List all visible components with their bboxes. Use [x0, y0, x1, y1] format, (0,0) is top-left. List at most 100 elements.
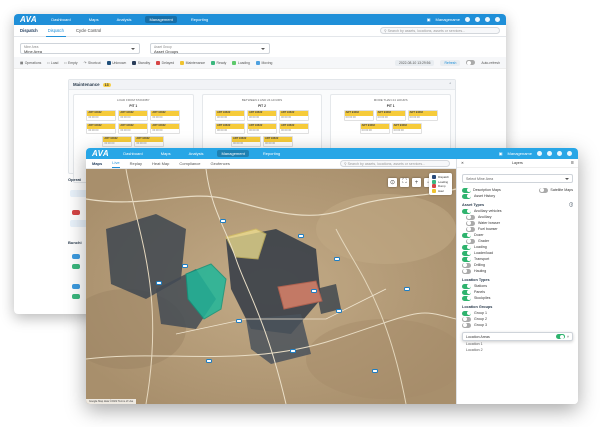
legend-item[interactable]: Unknown	[106, 60, 126, 65]
location-type-toggle[interactable]	[462, 289, 471, 295]
asset-type-toggle[interactable]	[462, 256, 471, 262]
location-group-toggle[interactable]	[462, 322, 471, 328]
asset-chip[interactable]: ART 9463200:00:00	[279, 110, 309, 121]
mine-area-select[interactable]: Mine Area Mine Area	[20, 43, 140, 54]
tab-compliance[interactable]: Compliance	[179, 161, 200, 166]
user-name[interactable]: Managename	[436, 17, 460, 22]
tab-live[interactable]: Live	[112, 160, 120, 168]
asset-type-toggle[interactable]	[462, 262, 471, 268]
asset-type-toggle[interactable]	[462, 250, 471, 256]
asset-marker[interactable]	[236, 319, 242, 323]
crosshair-icon[interactable]: ⊙	[388, 178, 397, 187]
search-input[interactable]: ⚲ Search by assets, locations, assets or…	[340, 160, 450, 167]
asset-type-toggle[interactable]	[466, 214, 475, 220]
tab-dispatch[interactable]: Dispatch	[45, 25, 66, 37]
legend-shortcut[interactable]: ↷ Shortcut	[84, 61, 101, 65]
asset-history-toggle[interactable]	[462, 193, 471, 199]
asset-type-toggle[interactable]	[466, 226, 475, 232]
legend-item[interactable]: Moving	[255, 60, 272, 65]
tab-heat-map[interactable]: Heat Map	[152, 161, 169, 166]
mine-area-select[interactable]: Select Mine Area	[462, 174, 573, 183]
location-group-toggle[interactable]	[462, 310, 471, 316]
legend-item[interactable]: Loading	[232, 60, 250, 65]
nav-analysis[interactable]: Analysis	[185, 150, 208, 157]
asset-marker[interactable]	[372, 369, 378, 373]
asset-type-toggle[interactable]	[462, 208, 471, 214]
notifications-icon[interactable]	[557, 151, 562, 156]
settings-icon[interactable]	[537, 151, 542, 156]
asset-marker[interactable]	[206, 359, 212, 363]
asset-chip[interactable]: ART 9463200:00:00	[118, 123, 149, 134]
nav-management[interactable]: Management	[217, 150, 249, 157]
asset-chip[interactable]: ART 9463200:00:00	[279, 123, 309, 134]
legend-operations[interactable]: ▦ Operations	[20, 61, 41, 65]
location-type-toggle[interactable]	[462, 295, 471, 301]
nav-dashboard[interactable]: Dashboard	[119, 150, 147, 157]
asset-marker[interactable]	[156, 281, 162, 285]
asset-chip[interactable]: ART 9463200:00:00	[150, 110, 181, 121]
asset-type-toggle[interactable]	[466, 238, 475, 244]
user-name[interactable]: Managename	[508, 151, 532, 156]
legend-item[interactable]: Delayed	[156, 60, 174, 65]
chevron-down-icon[interactable]: ˅	[567, 335, 569, 339]
legend-item[interactable]: Ready	[211, 60, 226, 65]
help-icon[interactable]	[547, 151, 552, 156]
tab-replay[interactable]: Replay	[130, 161, 142, 166]
legend-load[interactable]: □ Load	[47, 61, 58, 65]
asset-chip[interactable]: ART 9463200:00:00	[102, 136, 133, 147]
zoom-in-button[interactable]: +	[412, 178, 421, 187]
asset-chip[interactable]: ART 9463200:00:00	[407, 110, 438, 121]
description-maps-toggle[interactable]	[462, 187, 471, 193]
asset-type-toggle[interactable]	[462, 232, 471, 238]
asset-type-toggle[interactable]	[466, 220, 475, 226]
nav-maps[interactable]: Maps	[85, 16, 103, 23]
asset-chip[interactable]: ART 9463200:00:00	[231, 136, 261, 147]
location-item[interactable]: Location 2	[462, 347, 573, 353]
asset-type-toggle[interactable]	[462, 268, 471, 274]
asset-chip[interactable]: ART 9463200:00:00	[134, 136, 165, 147]
asset-marker[interactable]	[404, 287, 410, 291]
notifications-icon[interactable]	[485, 17, 490, 22]
settings-icon[interactable]	[465, 17, 470, 22]
asset-marker[interactable]	[290, 349, 296, 353]
asset-marker[interactable]	[220, 219, 226, 223]
asset-chip[interactable]: ART 9463200:00:00	[375, 110, 406, 121]
asset-marker[interactable]	[298, 234, 304, 238]
asset-chip[interactable]: ART 9463200:00:00	[215, 123, 245, 134]
asset-marker[interactable]	[336, 309, 342, 313]
layers-icon[interactable]: ☰	[571, 161, 574, 165]
cart-icon[interactable]: ▣	[499, 151, 503, 156]
asset-chip[interactable]: ART 9463200:00:00	[150, 123, 181, 134]
location-group-toggle[interactable]	[462, 316, 471, 322]
profile-icon[interactable]	[495, 17, 500, 22]
nav-dashboard[interactable]: Dashboard	[47, 16, 75, 23]
legend-item[interactable]: Standby	[132, 60, 150, 65]
location-type-toggle[interactable]	[462, 283, 471, 289]
asset-chip[interactable]: ART 9463200:00:00	[86, 123, 117, 134]
help-icon[interactable]	[475, 17, 480, 22]
asset-type-toggle[interactable]	[462, 244, 471, 250]
nav-reporting[interactable]: Reporting	[259, 150, 284, 157]
nav-management[interactable]: Management	[145, 16, 177, 23]
asset-marker[interactable]	[311, 289, 317, 293]
asset-chip[interactable]: ART 9463200:00:00	[118, 110, 149, 121]
asset-marker[interactable]	[182, 264, 188, 268]
legend-item[interactable]: Maintenance	[180, 60, 205, 65]
asset-chip[interactable]: ART 9463200:00:00	[263, 136, 293, 147]
maintenance-header[interactable]: Maintenance 13 ˆ	[69, 80, 455, 90]
location-areas-select[interactable]: Location Areas ˅	[462, 332, 573, 341]
fullscreen-icon[interactable]: ⛶	[400, 178, 409, 187]
asset-chip[interactable]: ART 9463200:00:00	[215, 110, 245, 121]
asset-chip[interactable]: ART 9463200:00:00	[247, 110, 277, 121]
profile-icon[interactable]	[567, 151, 572, 156]
cart-icon[interactable]: ▣	[427, 17, 431, 22]
search-input[interactable]: ⚲ Search by assets, locations, assets or…	[380, 27, 500, 34]
asset-chip[interactable]: ART 9463200:00:00	[247, 123, 277, 134]
chevron-up-icon[interactable]: ˆ	[450, 82, 451, 87]
refresh-button[interactable]: Refresh	[440, 59, 461, 66]
legend-empty[interactable]: □ Empty	[64, 61, 77, 65]
tab-cycle-control[interactable]: Cycle Control	[74, 25, 103, 36]
asset-chip[interactable]: ART 9463200:00:00	[359, 123, 390, 134]
satellite-maps-toggle[interactable]	[539, 187, 549, 193]
nav-reporting[interactable]: Reporting	[187, 16, 212, 23]
